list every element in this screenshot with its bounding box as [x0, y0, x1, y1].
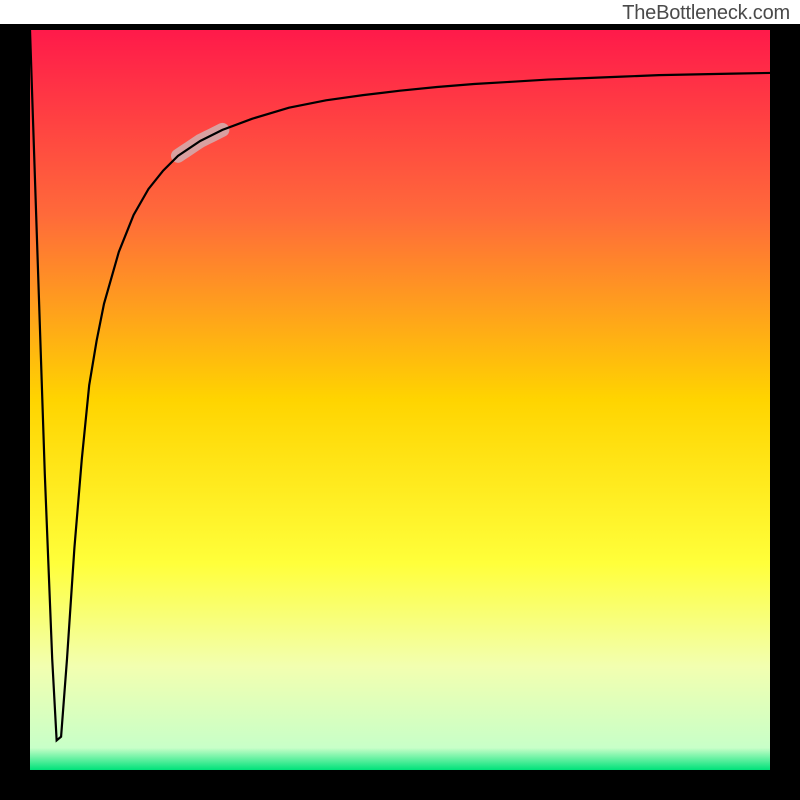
- attribution-text: TheBottleneck.com: [622, 2, 790, 25]
- chart-container: TheBottleneck.com: [0, 0, 800, 800]
- plot-area: [30, 30, 770, 770]
- bottleneck-chart: [0, 24, 800, 800]
